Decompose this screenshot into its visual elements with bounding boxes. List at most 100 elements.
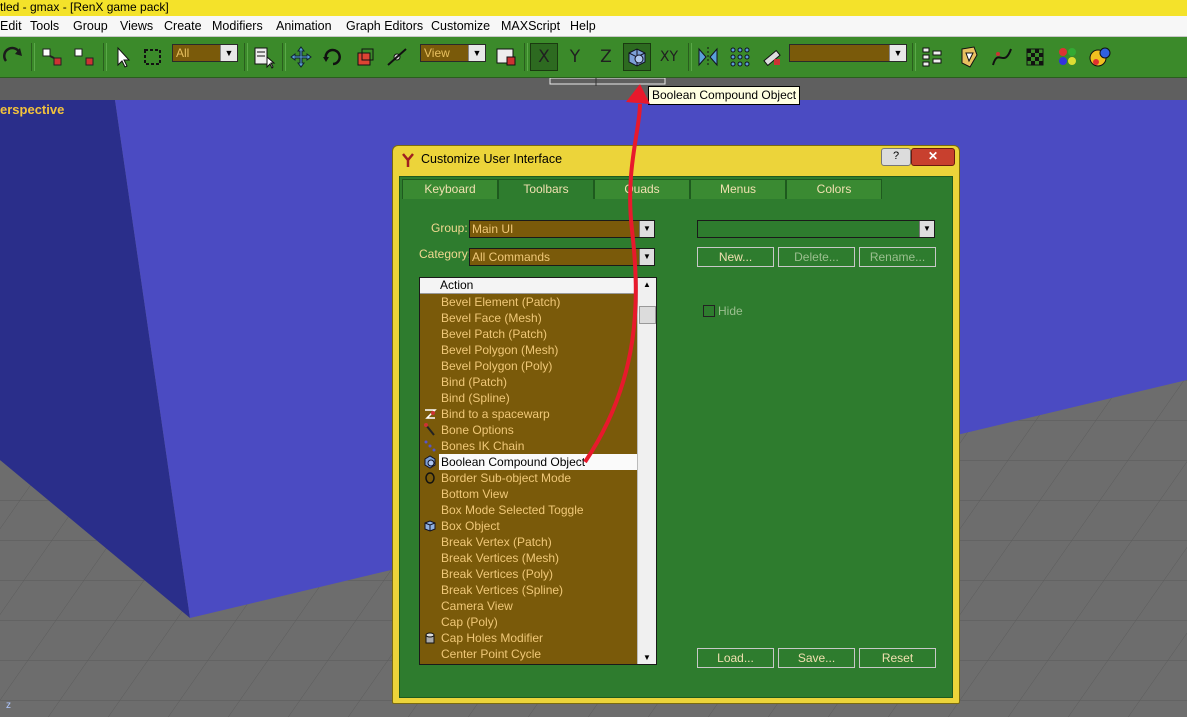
list-item[interactable]: Box Mode Selected Toggle bbox=[420, 502, 638, 518]
save-button[interactable]: Save... bbox=[778, 648, 855, 668]
new-button[interactable]: New... bbox=[697, 247, 774, 267]
axis-y-button[interactable]: Y bbox=[561, 43, 589, 71]
list-scrollbar[interactable]: ▲ ▼ bbox=[637, 278, 656, 664]
select-object-icon[interactable] bbox=[108, 43, 136, 71]
align-icon[interactable] bbox=[758, 43, 786, 71]
select-and-link-icon[interactable] bbox=[38, 43, 66, 71]
border-icon bbox=[423, 471, 437, 485]
list-item[interactable]: Bevel Polygon (Mesh) bbox=[420, 342, 638, 358]
toolbar-separator bbox=[103, 43, 107, 71]
render-id-icon[interactable] bbox=[1054, 43, 1082, 71]
list-item[interactable]: Break Vertices (Poly) bbox=[420, 566, 638, 582]
menu-animation[interactable]: Animation bbox=[276, 19, 332, 33]
list-item[interactable]: Border Sub-object Mode bbox=[420, 470, 638, 486]
axis-z-button[interactable]: Z bbox=[592, 43, 620, 71]
axis-xy-button[interactable]: XY bbox=[655, 43, 683, 71]
axis-x-button[interactable]: X bbox=[530, 43, 558, 71]
toolbar-select-dropdown[interactable]: ▼ bbox=[697, 220, 935, 238]
scroll-up-icon[interactable]: ▲ bbox=[638, 280, 656, 289]
scroll-down-icon[interactable]: ▼ bbox=[638, 653, 656, 662]
menu-group[interactable]: Group bbox=[73, 19, 108, 33]
list-item-label: Bone Options bbox=[441, 423, 514, 437]
list-item[interactable]: Bevel Polygon (Poly) bbox=[420, 358, 638, 374]
list-item[interactable]: Boolean Compound Object bbox=[424, 454, 638, 470]
tab-menus[interactable]: Menus bbox=[690, 179, 786, 199]
tab-quads[interactable]: Quads bbox=[594, 179, 690, 199]
list-item[interactable]: Center Point Cycle bbox=[420, 646, 638, 662]
menu-create[interactable]: Create bbox=[164, 19, 202, 33]
list-item-label: Cap Holes Modifier bbox=[441, 631, 544, 645]
menu-views[interactable]: Views bbox=[120, 19, 153, 33]
list-item[interactable]: Bind (Spline) bbox=[420, 390, 638, 406]
list-item[interactable]: Bevel Patch (Patch) bbox=[420, 326, 638, 342]
list-item[interactable]: Bottom View bbox=[420, 486, 638, 502]
list-item[interactable]: Bind to a spacewarp bbox=[420, 406, 638, 422]
rename-button[interactable]: Rename... bbox=[859, 247, 936, 267]
scroll-thumb[interactable] bbox=[639, 306, 656, 324]
group-dropdown[interactable]: Main UI ▼ bbox=[469, 220, 655, 238]
unlink-selection-icon[interactable] bbox=[70, 43, 98, 71]
list-item[interactable]: Bevel Face (Mesh) bbox=[420, 310, 638, 326]
list-item[interactable]: Break Vertices (Mesh) bbox=[420, 550, 638, 566]
list-item-label: Bottom View bbox=[441, 487, 509, 501]
select-by-name-icon[interactable] bbox=[250, 43, 278, 71]
main-toolbar: All ▼ View ▼ X Y Z XY ▼ bbox=[0, 37, 1187, 78]
chevron-down-icon: ▼ bbox=[468, 45, 485, 61]
action-column-header[interactable]: Action bbox=[420, 278, 638, 294]
menu-graph-editors[interactable]: Graph Editors bbox=[346, 19, 423, 33]
viewport-label[interactable]: erspective bbox=[0, 102, 64, 117]
list-item-label: Bevel Element (Patch) bbox=[441, 295, 561, 309]
category-dropdown[interactable]: All Commands ▼ bbox=[469, 248, 655, 266]
menu-edit[interactable]: Edit bbox=[0, 19, 22, 33]
list-item[interactable]: Bevel Element (Patch) bbox=[420, 294, 638, 310]
quick-render-icon[interactable] bbox=[1086, 43, 1114, 71]
hide-checkbox[interactable] bbox=[703, 305, 715, 317]
reset-button[interactable]: Reset bbox=[859, 648, 936, 668]
list-item[interactable]: Cap (Poly) bbox=[420, 614, 638, 630]
menu-modifiers[interactable]: Modifiers bbox=[212, 19, 263, 33]
load-button[interactable]: Load... bbox=[697, 648, 774, 668]
axis-z-label: Z bbox=[600, 47, 612, 67]
hide-label: Hide bbox=[718, 304, 743, 318]
menu-maxscript[interactable]: MAXScript bbox=[501, 19, 560, 33]
move-icon[interactable] bbox=[287, 43, 315, 71]
material-editor-icon[interactable] bbox=[1021, 43, 1049, 71]
list-item[interactable]: Box Object bbox=[420, 518, 638, 534]
track-view-icon[interactable] bbox=[918, 43, 946, 71]
boolean-compound-object-button[interactable] bbox=[623, 43, 651, 71]
manipulate-icon[interactable] bbox=[383, 43, 411, 71]
help-button[interactable]: ? bbox=[881, 148, 911, 166]
pivot-center-icon[interactable] bbox=[492, 43, 520, 71]
chevron-down-icon: ▼ bbox=[919, 221, 934, 237]
redo-icon[interactable] bbox=[0, 43, 28, 71]
cap-holes-icon bbox=[423, 631, 437, 645]
list-item[interactable]: Bone Options bbox=[420, 422, 638, 438]
tab-toolbars[interactable]: Toolbars bbox=[498, 179, 594, 199]
array-icon[interactable] bbox=[726, 43, 754, 71]
selection-filter-dropdown[interactable]: All ▼ bbox=[172, 44, 238, 62]
curve-editor-icon[interactable] bbox=[988, 43, 1016, 71]
list-item-label: Bones IK Chain bbox=[441, 439, 525, 453]
list-item[interactable]: Break Vertex (Patch) bbox=[420, 534, 638, 550]
list-item[interactable]: Cap Holes Modifier bbox=[420, 630, 638, 646]
scale-icon[interactable] bbox=[351, 43, 379, 71]
mirror-icon[interactable] bbox=[694, 43, 722, 71]
list-item[interactable]: Break Vertices (Spline) bbox=[420, 582, 638, 598]
tab-colors[interactable]: Colors bbox=[786, 179, 882, 199]
schematic-view-icon[interactable] bbox=[954, 43, 982, 71]
action-list[interactable]: Action Bevel Element (Patch) Bevel Face (… bbox=[419, 277, 657, 665]
menu-customize[interactable]: Customize bbox=[431, 19, 490, 33]
list-item[interactable]: Camera View bbox=[420, 598, 638, 614]
rectangular-selection-icon[interactable] bbox=[139, 43, 167, 71]
close-button[interactable]: ✕ bbox=[911, 148, 955, 166]
menu-help[interactable]: Help bbox=[570, 19, 596, 33]
delete-button[interactable]: Delete... bbox=[778, 247, 855, 267]
tab-keyboard[interactable]: Keyboard bbox=[402, 179, 498, 199]
list-item[interactable]: Bind (Patch) bbox=[420, 374, 638, 390]
list-item[interactable]: Bones IK Chain bbox=[420, 438, 638, 454]
menu-tools[interactable]: Tools bbox=[30, 19, 59, 33]
named-selection-sets-dropdown[interactable]: ▼ bbox=[789, 44, 907, 62]
reference-coord-dropdown[interactable]: View ▼ bbox=[420, 44, 486, 62]
tooltip: Boolean Compound Object bbox=[648, 86, 801, 105]
rotate-icon[interactable] bbox=[319, 43, 347, 71]
